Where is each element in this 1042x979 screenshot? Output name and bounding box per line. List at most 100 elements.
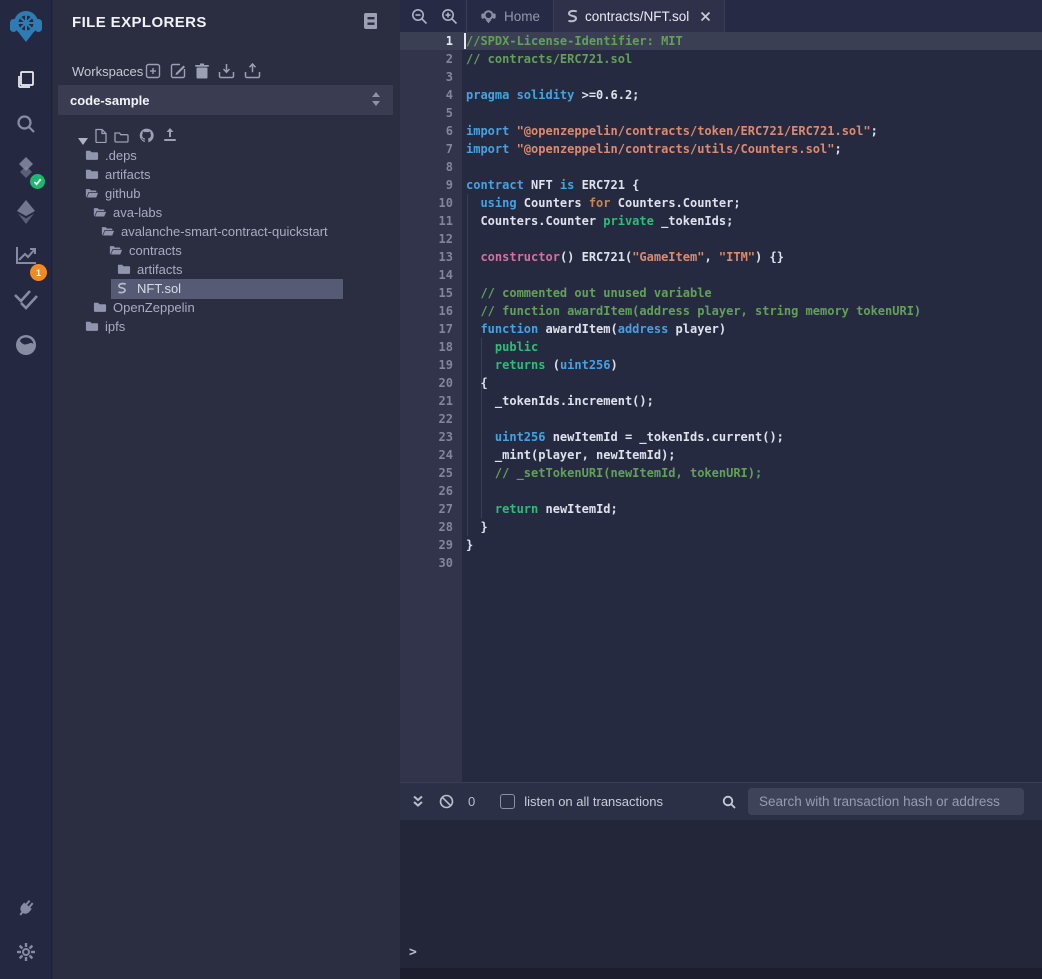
- github-icon[interactable]: [139, 128, 154, 148]
- icon-sidebar: 1: [0, 0, 52, 979]
- terminal-expand-icon[interactable]: [412, 795, 424, 808]
- tree-item-contracts[interactable]: contracts: [53, 241, 400, 260]
- line-number: 6: [400, 122, 462, 140]
- line-number: 27: [400, 500, 462, 518]
- brand-logo-icon: [7, 6, 45, 46]
- code-line-21: 21 _tokenIds.increment();: [400, 392, 1042, 410]
- solidity-file-icon: [567, 9, 578, 24]
- code-text: pragma solidity >=0.6.2;: [462, 86, 639, 104]
- sidebar-item-settings[interactable]: [0, 930, 52, 974]
- tree-item-nft-sol[interactable]: NFT.sol: [53, 279, 400, 298]
- tree-item-label: contracts: [129, 243, 182, 258]
- code-text: [462, 158, 466, 176]
- restore-backup-icon[interactable]: [218, 63, 235, 84]
- plug-icon: [14, 896, 38, 920]
- delete-workspace-icon[interactable]: [195, 63, 209, 84]
- line-number: 1: [400, 32, 462, 50]
- line-number: 21: [400, 392, 462, 410]
- line-number: 15: [400, 284, 462, 302]
- code-text: _mint(player, newItemId);: [462, 446, 676, 464]
- tree-item-ava-labs[interactable]: ava-labs: [53, 203, 400, 222]
- home-logo-icon: [480, 8, 497, 25]
- select-caret-icon: [371, 92, 381, 109]
- tree-item-label: ipfs: [105, 319, 125, 334]
- tab-close-icon[interactable]: [700, 11, 711, 22]
- tree-item-openzeppelin[interactable]: OpenZeppelin: [53, 298, 400, 317]
- tree-item-label: github: [105, 186, 140, 201]
- line-number: 26: [400, 482, 462, 500]
- tab-file-nft-sol[interactable]: contracts/NFT.sol: [553, 0, 725, 32]
- zoom-in-icon[interactable]: [441, 8, 458, 25]
- line-number: 2: [400, 50, 462, 68]
- sidebar-item-unit-testing[interactable]: [0, 277, 52, 321]
- create-workspace-icon[interactable]: [145, 63, 161, 84]
- code-editor[interactable]: 1//SPDX-License-Identifier: MIT2// contr…: [400, 32, 1042, 782]
- listen-all-transactions-label: listen on all transactions: [524, 794, 663, 809]
- code-text: [462, 482, 466, 500]
- code-text: _tokenIds.increment();: [462, 392, 654, 410]
- line-number: 8: [400, 158, 462, 176]
- documentation-icon[interactable]: [364, 13, 378, 34]
- code-line-29: 29}: [400, 536, 1042, 554]
- code-line-22: 22: [400, 410, 1042, 428]
- indent-guide: [467, 194, 468, 536]
- code-text: using Counters for Counters.Counter;: [462, 194, 741, 212]
- workspace-select[interactable]: code-sample: [58, 85, 393, 115]
- tree-item-ipfs[interactable]: ipfs: [53, 317, 400, 336]
- app-logo[interactable]: [0, 3, 52, 49]
- terminal-search-icon: [722, 795, 736, 809]
- terminal-output[interactable]: >: [400, 820, 1042, 968]
- tree-item-artifacts[interactable]: artifacts: [53, 165, 400, 184]
- code-text: function awardItem(address player): [462, 320, 726, 338]
- line-number: 23: [400, 428, 462, 446]
- tree-item-label: NFT.sol: [137, 281, 181, 296]
- line-number: 7: [400, 140, 462, 158]
- gear-icon: [14, 940, 38, 964]
- line-number: 28: [400, 518, 462, 536]
- code-line-26: 26: [400, 482, 1042, 500]
- tree-item-artifacts[interactable]: artifacts: [53, 260, 400, 279]
- code-text: // contracts/ERC721.sol: [462, 50, 632, 68]
- zoom-controls: [400, 0, 466, 32]
- terminal-search-input[interactable]: [748, 788, 1024, 815]
- debugger-icon: [14, 333, 38, 357]
- tab-file-label: contracts/NFT.sol: [585, 9, 689, 24]
- line-number: 13: [400, 248, 462, 266]
- upload-file-icon[interactable]: [163, 128, 177, 147]
- folder-icon: [85, 149, 99, 162]
- tree-item-github[interactable]: github: [53, 184, 400, 203]
- tab-bar: Home contracts/NFT.sol: [400, 0, 1042, 32]
- tree-item--deps[interactable]: .deps: [53, 146, 400, 165]
- line-number: 19: [400, 356, 462, 374]
- sidebar-item-file-explorer[interactable]: [0, 58, 52, 102]
- tab-home[interactable]: Home: [466, 0, 553, 32]
- line-number: 17: [400, 320, 462, 338]
- code-line-25: 25 // _setTokenURI(newItemId, tokenURI);: [400, 464, 1042, 482]
- line-number: 30: [400, 554, 462, 572]
- code-line-27: 27 return newItemId;: [400, 500, 1042, 518]
- terminal-clear-icon[interactable]: [439, 794, 454, 809]
- check-icon: [33, 177, 42, 186]
- files-icon: [14, 68, 38, 92]
- line-number: 22: [400, 410, 462, 428]
- workspace-actions: [145, 63, 261, 84]
- rename-workspace-icon[interactable]: [170, 63, 186, 84]
- sidebar-item-debugger[interactable]: [0, 323, 52, 367]
- listen-all-transactions-checkbox[interactable]: [500, 794, 515, 809]
- tree-toolbar: [53, 127, 400, 146]
- folder-open-icon: [93, 206, 107, 219]
- new-file-icon[interactable]: [95, 128, 107, 148]
- line-number: 12: [400, 230, 462, 248]
- sidebar-item-plugin-manager[interactable]: [0, 886, 52, 930]
- sidebar-item-static-analysis[interactable]: 1: [0, 233, 52, 277]
- sidebar-item-search[interactable]: [0, 102, 52, 146]
- code-text: // commented out unused variable: [462, 284, 712, 302]
- sidebar-item-solidity-compiler[interactable]: [0, 146, 52, 190]
- tree-item-avalanche-smart-contract-quickstart[interactable]: avalanche-smart-contract-quickstart: [53, 222, 400, 241]
- code-text: import "@openzeppelin/contracts/utils/Co…: [462, 140, 842, 158]
- line-number: 25: [400, 464, 462, 482]
- sidebar-item-deploy-run[interactable]: [0, 190, 52, 234]
- zoom-out-icon[interactable]: [411, 8, 428, 25]
- line-number: 10: [400, 194, 462, 212]
- backup-workspace-icon[interactable]: [244, 63, 261, 84]
